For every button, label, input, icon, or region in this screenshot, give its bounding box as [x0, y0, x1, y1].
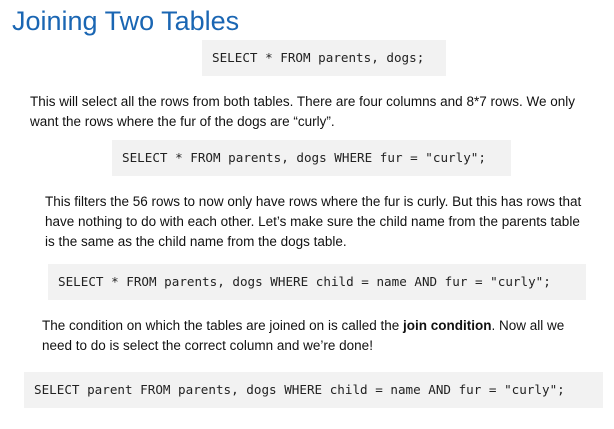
join-condition-term: join condition	[402, 318, 492, 333]
code-block-join-condition: SELECT * FROM parents, dogs WHERE child …	[48, 264, 586, 300]
paragraph-select-explanation: This will select all the rows from both …	[30, 94, 575, 129]
code-block-select-all: SELECT * FROM parents, dogs;	[202, 40, 446, 76]
paragraph-filter-explanation: This filters the 56 rows to now only hav…	[45, 194, 582, 249]
code-block-select-parent: SELECT parent FROM parents, dogs WHERE c…	[24, 372, 603, 408]
page-title: Joining Two Tables	[12, 6, 240, 36]
code-block-where-fur: SELECT * FROM parents, dogs WHERE fur = …	[112, 140, 511, 176]
paragraph-join-text-before: The condition on which the tables are jo…	[42, 318, 403, 333]
paragraph-join-condition: The condition on which the tables are jo…	[42, 316, 592, 356]
